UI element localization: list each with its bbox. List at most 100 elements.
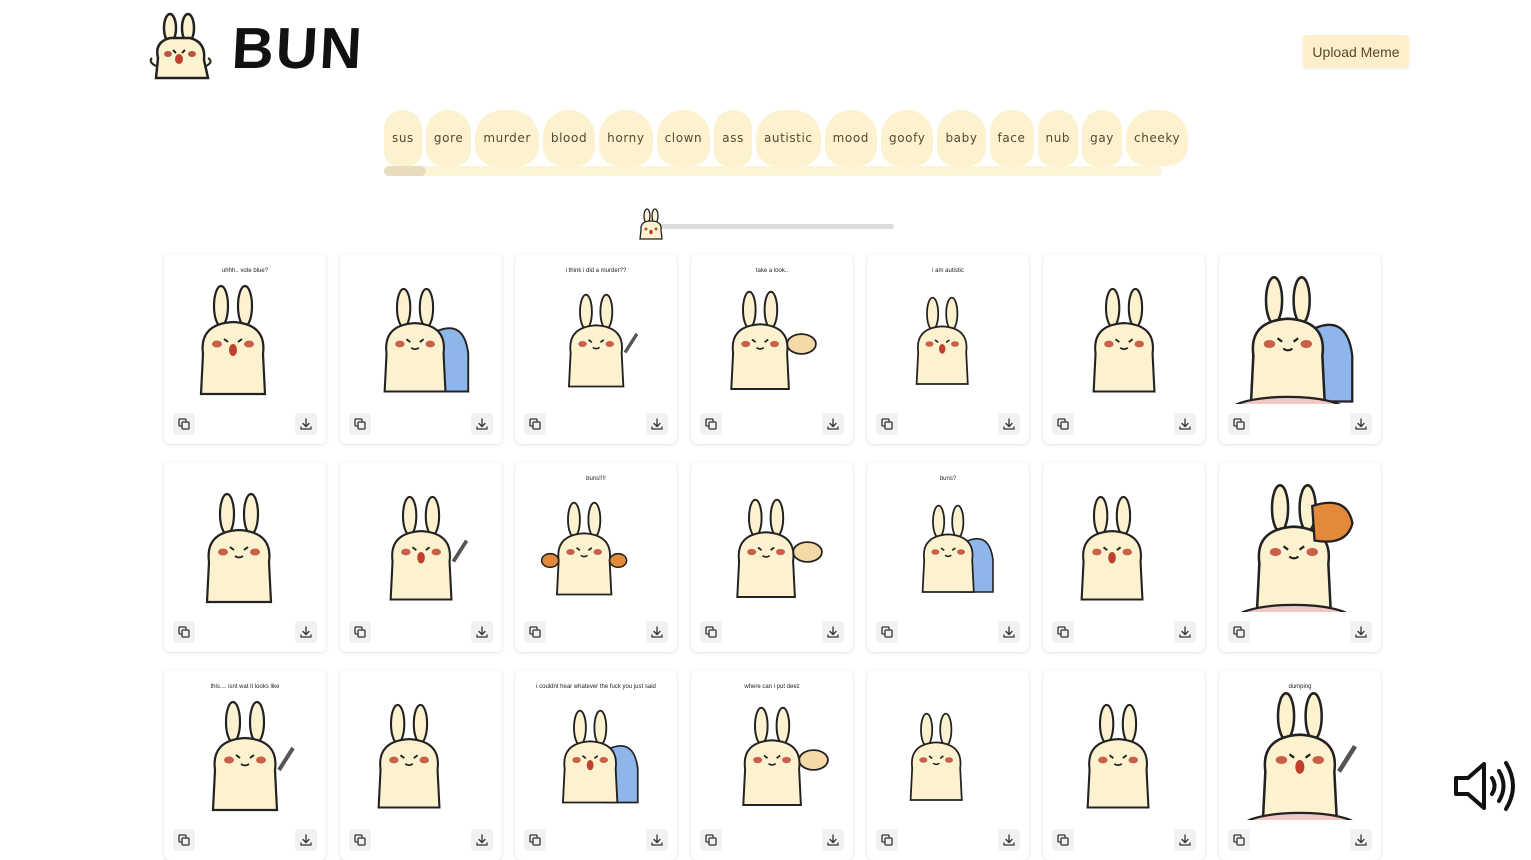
copy-button[interactable] [349,829,371,851]
download-button[interactable] [646,829,668,851]
tag-murder[interactable]: murder [475,110,539,166]
copy-icon [705,834,717,846]
copy-button[interactable] [876,829,898,851]
tag-cheeky[interactable]: cheeky [1126,110,1189,166]
copy-button[interactable] [1052,413,1074,435]
meme-card[interactable]: this.... isnt wat it looks like [164,670,326,860]
download-button[interactable] [1350,413,1372,435]
meme-card[interactable]: take a look.. [691,254,853,444]
site-logo[interactable]: BUN [148,12,365,86]
meme-card[interactable] [340,462,502,652]
copy-button[interactable] [524,621,546,643]
copy-button[interactable] [700,621,722,643]
copy-button[interactable] [349,413,371,435]
download-button[interactable] [295,413,317,435]
tag-scrollbar[interactable] [384,166,1162,176]
bunny-cat-pile-icon [174,690,316,820]
tag-ass[interactable]: ass [714,110,752,166]
meme-card[interactable] [691,462,853,652]
tag-clown[interactable]: clown [656,110,711,166]
copy-icon [529,626,541,638]
download-button[interactable] [471,829,493,851]
download-button[interactable] [646,413,668,435]
download-button[interactable] [822,413,844,435]
download-button[interactable] [998,413,1020,435]
download-button[interactable] [295,621,317,643]
tag-goofy[interactable]: goofy [881,110,934,166]
download-button[interactable] [295,829,317,851]
copy-button[interactable] [1228,621,1250,643]
meme-card[interactable] [867,670,1029,860]
copy-button[interactable] [349,621,371,643]
meme-card[interactable] [340,254,502,444]
upload-meme-button[interactable]: Upload Meme [1303,35,1409,68]
meme-card[interactable]: i couldnt hear whatever the fuck you jus… [515,670,677,860]
download-button[interactable] [646,621,668,643]
meme-card[interactable] [1043,254,1205,444]
meme-card[interactable]: where can i put deez [691,670,853,860]
download-button[interactable] [1174,621,1196,643]
copy-button[interactable] [173,621,195,643]
copy-button[interactable] [1228,829,1250,851]
tag-sus[interactable]: sus [384,110,422,166]
copy-icon [705,418,717,430]
meme-card[interactable] [340,670,502,860]
download-button[interactable] [998,829,1020,851]
tag-baby[interactable]: baby [937,110,986,166]
meme-card[interactable]: i am autistic [867,254,1029,444]
meme-card[interactable]: buns? [867,462,1029,652]
volume-track[interactable] [656,224,894,229]
copy-button[interactable] [1228,413,1250,435]
copy-button[interactable] [700,413,722,435]
download-button[interactable] [1350,829,1372,851]
copy-button[interactable] [173,413,195,435]
tag-autistic[interactable]: autistic [755,110,821,166]
meme-card[interactable]: i think i did a murder?? [515,254,677,444]
download-button[interactable] [471,413,493,435]
meme-card[interactable] [1219,462,1381,652]
copy-icon [881,626,893,638]
tag-gore[interactable]: gore [425,110,472,166]
download-icon [1003,418,1015,430]
copy-icon [529,418,541,430]
tag-face[interactable]: face [989,110,1034,166]
tag-gay[interactable]: gay [1082,110,1123,166]
download-button[interactable] [1174,413,1196,435]
tag-horny[interactable]: horny [599,110,653,166]
meme-card[interactable] [164,462,326,652]
copy-icon [354,626,366,638]
speaker-icon[interactable] [1452,756,1518,816]
copy-button[interactable] [524,829,546,851]
copy-button[interactable] [1052,621,1074,643]
bunny-slider-thumb-icon[interactable] [636,208,666,242]
bunny-stool-cat-icon [174,482,316,612]
meme-card[interactable] [1219,254,1381,444]
download-button[interactable] [822,829,844,851]
copy-button[interactable] [1052,829,1074,851]
download-button[interactable] [471,621,493,643]
bunny-ghost-icon [1053,690,1195,820]
tag-scrollbar-thumb[interactable] [384,166,426,176]
tag-nub[interactable]: nub [1037,110,1079,166]
bunny-bag-icon [350,690,492,820]
copy-button[interactable] [700,829,722,851]
download-icon [827,418,839,430]
download-button[interactable] [1350,621,1372,643]
tag-blood[interactable]: blood [542,110,596,166]
copy-button[interactable] [876,621,898,643]
download-button[interactable] [998,621,1020,643]
tag-mood[interactable]: mood [824,110,878,166]
meme-card[interactable]: uhhh.. vote blue? [164,254,326,444]
download-button[interactable] [1174,829,1196,851]
meme-card[interactable] [1043,462,1205,652]
copy-button[interactable] [524,413,546,435]
meme-card[interactable]: buns!!!! [515,462,677,652]
copy-button[interactable] [876,413,898,435]
copy-icon [1057,626,1069,638]
meme-card[interactable] [1043,670,1205,860]
copy-button[interactable] [173,829,195,851]
volume-slider[interactable] [636,208,896,242]
download-button[interactable] [822,621,844,643]
download-icon [476,418,488,430]
meme-card[interactable]: dumping [1219,670,1381,860]
